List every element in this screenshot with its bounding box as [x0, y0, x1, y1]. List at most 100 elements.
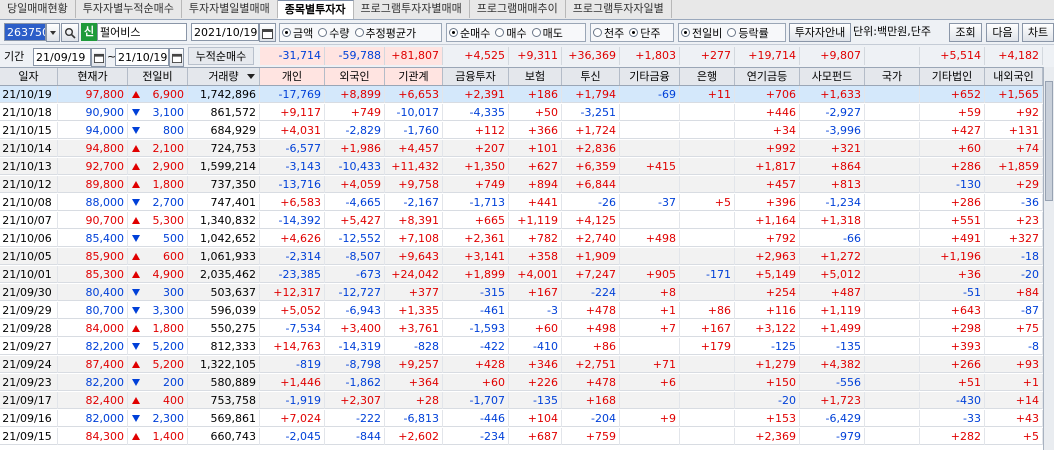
- table-row[interactable]: 21/10/14 94,800 2,100 724,753 -6,577 +1,986 +4…: [0, 140, 1043, 157]
- investor-value-cell: -36: [985, 194, 1043, 211]
- column-header[interactable]: 개인: [260, 68, 325, 85]
- table-row[interactable]: 21/09/29 80,700 3,300 596,039 +5,052 -6,943 +1…: [0, 302, 1043, 319]
- column-header[interactable]: 거래량: [188, 68, 260, 85]
- calendar-icon: [93, 53, 104, 63]
- period-from-input[interactable]: 21/09/19: [33, 48, 91, 66]
- radio-icon: [593, 28, 602, 37]
- tab-1[interactable]: 투자자별누적순매수: [76, 0, 182, 18]
- radio-option[interactable]: 등락률: [725, 25, 771, 41]
- column-header[interactable]: 기타법인: [920, 68, 985, 85]
- period-to-input[interactable]: 21/10/19: [115, 48, 169, 66]
- column-header[interactable]: 연기금등: [735, 68, 800, 85]
- date-input[interactable]: 2021/10/19: [191, 23, 259, 41]
- column-header[interactable]: 보험: [509, 68, 562, 85]
- table-row[interactable]: 21/09/23 82,200 200 580,889 +1,446 -1,862 +364…: [0, 374, 1043, 391]
- price-cell: 90,700: [58, 212, 128, 229]
- column-header[interactable]: 내외국인: [985, 68, 1043, 85]
- investor-value-cell: +5: [985, 428, 1043, 445]
- investor-value-cell: +179: [680, 338, 735, 355]
- table-row[interactable]: 21/09/16 82,000 2,300 569,861 +7,024 -222 -6,8…: [0, 410, 1043, 427]
- table-row[interactable]: 21/09/17 82,400 400 753,758 -1,919 +2,307 +28-…: [0, 392, 1043, 409]
- query-button[interactable]: 조회: [949, 23, 982, 42]
- tab-0[interactable]: 당일매매현황: [0, 0, 76, 18]
- investor-value-cell: -14,392: [260, 212, 325, 229]
- table-row[interactable]: 21/10/13 92,700 2,900 1,599,214 -3,143 -10,43…: [0, 158, 1043, 175]
- tab-6[interactable]: 프로그램투자자일별: [566, 0, 672, 18]
- date-cell: 21/09/28: [0, 320, 58, 337]
- table-row[interactable]: 21/09/15 84,300 1,400 660,743 -2,045 -844 +2,6…: [0, 428, 1043, 445]
- change-cell: 2,300: [128, 410, 188, 427]
- table-row[interactable]: 21/09/30 80,400 300 503,637 +12,317 -12,727 +3…: [0, 284, 1043, 301]
- volume-cell: 1,322,105: [188, 356, 260, 373]
- column-header[interactable]: 전일비: [128, 68, 188, 85]
- up-arrow-icon: [132, 181, 140, 188]
- radio-option[interactable]: 금액: [280, 25, 316, 41]
- chart-button[interactable]: 차트: [1022, 23, 1054, 42]
- investor-value-cell: +9,643: [385, 248, 443, 265]
- column-header[interactable]: 투신: [562, 68, 620, 85]
- column-header[interactable]: 일자: [0, 68, 58, 85]
- column-header-label: 은행: [696, 70, 718, 83]
- radio-option[interactable]: 순매수: [447, 25, 493, 41]
- change-cell: 6,900: [128, 86, 188, 103]
- tab-5[interactable]: 프로그램매매추이: [470, 0, 566, 18]
- column-header[interactable]: 사모펀드: [800, 68, 865, 85]
- investor-value-cell: +498: [620, 230, 680, 247]
- radio-option[interactable]: 전일비: [679, 25, 725, 41]
- date-cell: 21/10/15: [0, 122, 58, 139]
- search-button[interactable]: [61, 23, 79, 42]
- price-cell: 97,800: [58, 86, 128, 103]
- sort-arrow-icon[interactable]: [247, 74, 255, 79]
- investor-value-cell: +186: [509, 86, 562, 103]
- table-row[interactable]: 21/10/08 88,000 2,700 747,401 +6,583 -4,665 -2…: [0, 194, 1043, 211]
- column-header[interactable]: 금융투자: [443, 68, 509, 85]
- radio-option[interactable]: 천주: [591, 25, 627, 41]
- radio-option[interactable]: 매수: [493, 25, 529, 41]
- column-header[interactable]: 기타금융: [620, 68, 680, 85]
- table-row[interactable]: 21/10/15 94,000 800 684,929 +4,031 -2,829 -1,7…: [0, 122, 1043, 139]
- table-row[interactable]: 21/10/12 89,800 1,800 737,350 -13,716 +4,059 +…: [0, 176, 1043, 193]
- scrollbar-thumb[interactable]: [1045, 81, 1053, 201]
- column-header[interactable]: 은행: [680, 68, 735, 85]
- to-calendar-button[interactable]: [169, 48, 184, 67]
- column-header-label: 기타금융: [629, 70, 670, 83]
- column-header[interactable]: 현재가: [58, 68, 128, 85]
- table-row[interactable]: 21/10/18 90,900 3,100 861,572 +9,117 +749 -10,…: [0, 104, 1043, 121]
- price-cell: 80,400: [58, 284, 128, 301]
- table-row[interactable]: 21/10/19 97,800 6,900 1,742,896 -17,769 +8,89…: [0, 86, 1043, 103]
- investor-value-cell: +427: [920, 122, 985, 139]
- table-row[interactable]: 21/10/07 90,700 5,300 1,340,832 -14,392 +5,42…: [0, 212, 1043, 229]
- vertical-scrollbar[interactable]: [1043, 67, 1054, 450]
- investor-guide-button[interactable]: 투자자안내: [789, 23, 851, 42]
- radio-label: 단주: [640, 26, 661, 40]
- table-row[interactable]: 21/10/01 85,300 4,900 2,035,462 -23,385 -673 +…: [0, 266, 1043, 283]
- column-header[interactable]: 기관계: [385, 68, 443, 85]
- code-dropdown-button[interactable]: [46, 23, 60, 42]
- investor-value-cell: -37: [620, 194, 680, 211]
- table-row[interactable]: 21/10/05 85,900 600 1,061,933 -2,314 -8,507 +9…: [0, 248, 1043, 265]
- tab-2[interactable]: 투자자별일별매매: [182, 0, 278, 18]
- volume-cell: 503,637: [188, 284, 260, 301]
- column-header[interactable]: 국가: [865, 68, 920, 85]
- radio-option[interactable]: 단주: [627, 25, 663, 41]
- table-row[interactable]: 21/09/24 87,400 5,200 1,322,105 -819 -8,798 +9…: [0, 356, 1043, 373]
- table-row[interactable]: 21/10/06 85,400 500 1,042,652 +4,626 -12,552 +…: [0, 230, 1043, 247]
- calendar-button[interactable]: [259, 23, 276, 42]
- radio-option[interactable]: 수량: [316, 25, 352, 41]
- tab-4[interactable]: 프로그램투자자별매매: [354, 0, 470, 18]
- radio-option[interactable]: 매도: [530, 25, 566, 41]
- radio-option[interactable]: 추정평균가: [353, 25, 420, 41]
- investor-value-cell: +1,817: [735, 158, 800, 175]
- tab-3[interactable]: 종목별투자자: [277, 0, 354, 19]
- stock-code-input[interactable]: 263750: [4, 23, 46, 41]
- investor-table[interactable]: 21/10/19 97,800 6,900 1,742,896 -17,769 +8,89…: [0, 86, 1043, 450]
- next-button[interactable]: 다음: [986, 23, 1019, 42]
- up-arrow-icon: [132, 91, 140, 98]
- price-cell: 85,400: [58, 230, 128, 247]
- investor-value-cell: +9,117: [260, 104, 325, 121]
- column-header[interactable]: 외국인: [325, 68, 385, 85]
- investor-value-cell: +4,001: [509, 266, 562, 283]
- from-calendar-button[interactable]: [91, 48, 106, 67]
- table-row[interactable]: 21/09/28 84,000 1,800 550,275 -7,534 +3,400 +3…: [0, 320, 1043, 337]
- table-row[interactable]: 21/09/27 82,200 5,200 812,333 +14,763 -14,319…: [0, 338, 1043, 355]
